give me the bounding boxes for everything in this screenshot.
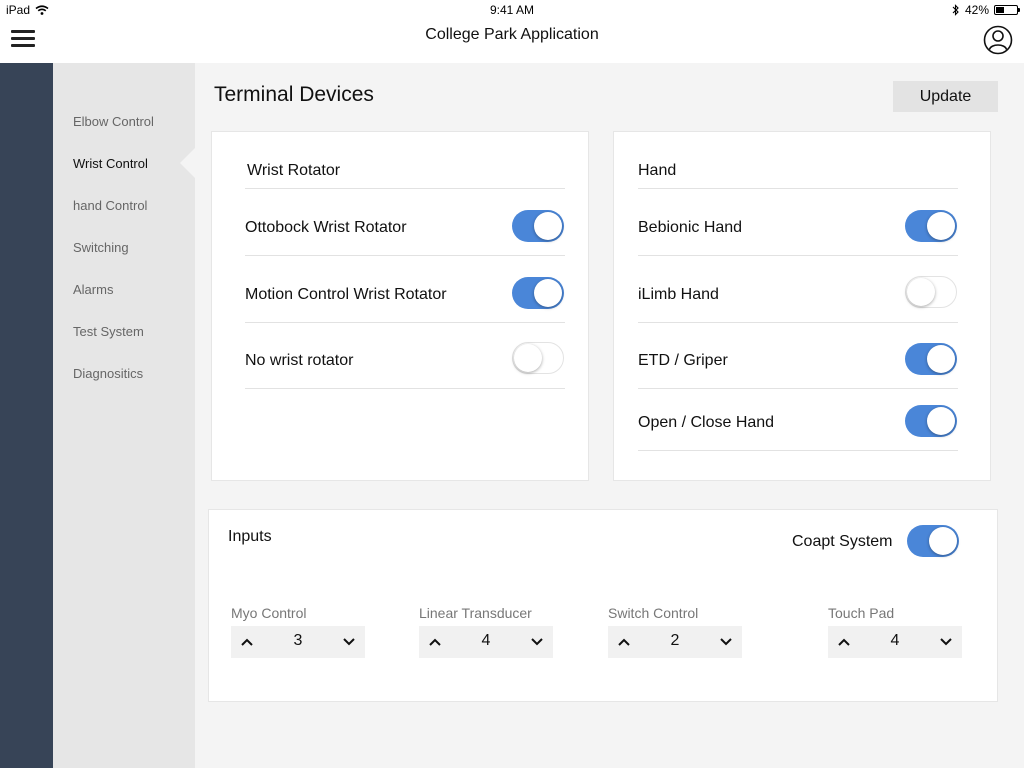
nav-bar: College Park Application [0, 20, 1024, 63]
touch-pad-value: 4 [890, 632, 900, 649]
bebionic-hand-toggle[interactable] [905, 210, 957, 242]
no-wrist-rotator-label: No wrist rotator [245, 352, 354, 369]
motion-control-wrist-rotator-toggle[interactable] [512, 277, 564, 309]
app-title: College Park Application [425, 26, 599, 43]
inputs-card: Inputs Coapt System Myo Control 3 Linear… [208, 509, 998, 702]
linear-transducer-stepper: 4 [419, 626, 553, 658]
bebionic-hand-label: Bebionic Hand [638, 219, 743, 236]
sidebar-item-elbow-control[interactable]: Elbow Control [73, 114, 154, 129]
decrement-button[interactable] [521, 626, 553, 658]
status-right: 42% [952, 3, 1020, 17]
decrement-button[interactable] [710, 626, 742, 658]
chevron-up-icon [838, 638, 850, 646]
no-wrist-rotator-toggle[interactable] [512, 342, 564, 374]
divider [245, 322, 565, 323]
chevron-down-icon [531, 638, 543, 646]
ilimb-hand-label: iLimb Hand [638, 286, 719, 303]
update-button[interactable]: Update [893, 81, 998, 112]
battery-percent: 42% [964, 3, 989, 17]
sidebar-item-switching[interactable]: Switching [73, 240, 129, 255]
ottobock-wrist-rotator-toggle[interactable] [512, 210, 564, 242]
divider [245, 255, 565, 256]
ilimb-hand-toggle[interactable] [905, 276, 957, 308]
active-item-indicator [180, 148, 195, 178]
increment-button[interactable] [828, 626, 860, 658]
chevron-down-icon [343, 638, 355, 646]
wrist-rotator-card: Wrist Rotator Ottobock Wrist Rotator Mot… [211, 131, 589, 481]
divider [638, 188, 958, 189]
switch-control-value: 2 [670, 632, 680, 649]
switch-control-label: Switch Control [608, 605, 699, 621]
increment-button[interactable] [419, 626, 451, 658]
sidebar-item-alarms[interactable]: Alarms [73, 282, 113, 297]
chevron-down-icon [720, 638, 732, 646]
divider [638, 450, 958, 451]
linear-transducer-label: Linear Transducer [419, 605, 532, 621]
bluetooth-icon [952, 4, 959, 16]
sidebar-item-test-system[interactable]: Test System [73, 324, 144, 339]
left-rail [0, 63, 53, 768]
profile-icon[interactable] [983, 25, 1013, 55]
sidebar: Elbow Control Wrist Control hand Control… [53, 63, 195, 768]
decrement-button[interactable] [333, 626, 365, 658]
sidebar-item-hand-control[interactable]: hand Control [73, 198, 147, 213]
hand-card: Hand Bebionic Hand iLimb Hand ETD / Grip… [613, 131, 991, 481]
open-close-hand-label: Open / Close Hand [638, 414, 775, 431]
etd-griper-toggle[interactable] [905, 343, 957, 375]
divider [638, 388, 958, 389]
touch-pad-stepper: 4 [828, 626, 962, 658]
page-title: Terminal Devices [214, 83, 374, 106]
inputs-title: Inputs [228, 528, 272, 545]
increment-button[interactable] [231, 626, 263, 658]
decrement-button[interactable] [930, 626, 962, 658]
open-close-hand-toggle[interactable] [905, 405, 957, 437]
battery-icon [994, 5, 1020, 15]
chevron-down-icon [940, 638, 952, 646]
status-time: 9:41 AM [489, 3, 535, 17]
increment-button[interactable] [608, 626, 640, 658]
divider [638, 322, 958, 323]
divider [638, 255, 958, 256]
sidebar-item-wrist-control[interactable]: Wrist Control [73, 156, 148, 171]
sidebar-item-diagnostics[interactable]: Diagnositics [73, 366, 143, 381]
ottobock-wrist-rotator-label: Ottobock Wrist Rotator [245, 219, 407, 236]
coapt-system-label: Coapt System [792, 533, 893, 550]
divider [245, 188, 565, 189]
motion-control-wrist-rotator-label: Motion Control Wrist Rotator [245, 286, 447, 303]
status-bar: iPad 9:41 AM 42% [0, 0, 1024, 20]
myo-control-value: 3 [293, 632, 303, 649]
etd-griper-label: ETD / Griper [638, 352, 728, 369]
chevron-up-icon [241, 638, 253, 646]
wrist-rotator-title: Wrist Rotator [247, 162, 341, 179]
myo-control-label: Myo Control [231, 605, 307, 621]
battery-fill [996, 7, 1005, 13]
hand-title: Hand [638, 162, 677, 179]
myo-control-stepper: 3 [231, 626, 365, 658]
touch-pad-label: Touch Pad [828, 605, 895, 621]
chevron-up-icon [429, 638, 441, 646]
divider [245, 388, 565, 389]
switch-control-stepper: 2 [608, 626, 742, 658]
chevron-up-icon [618, 638, 630, 646]
linear-transducer-value: 4 [481, 632, 491, 649]
coapt-system-toggle[interactable] [907, 525, 959, 557]
